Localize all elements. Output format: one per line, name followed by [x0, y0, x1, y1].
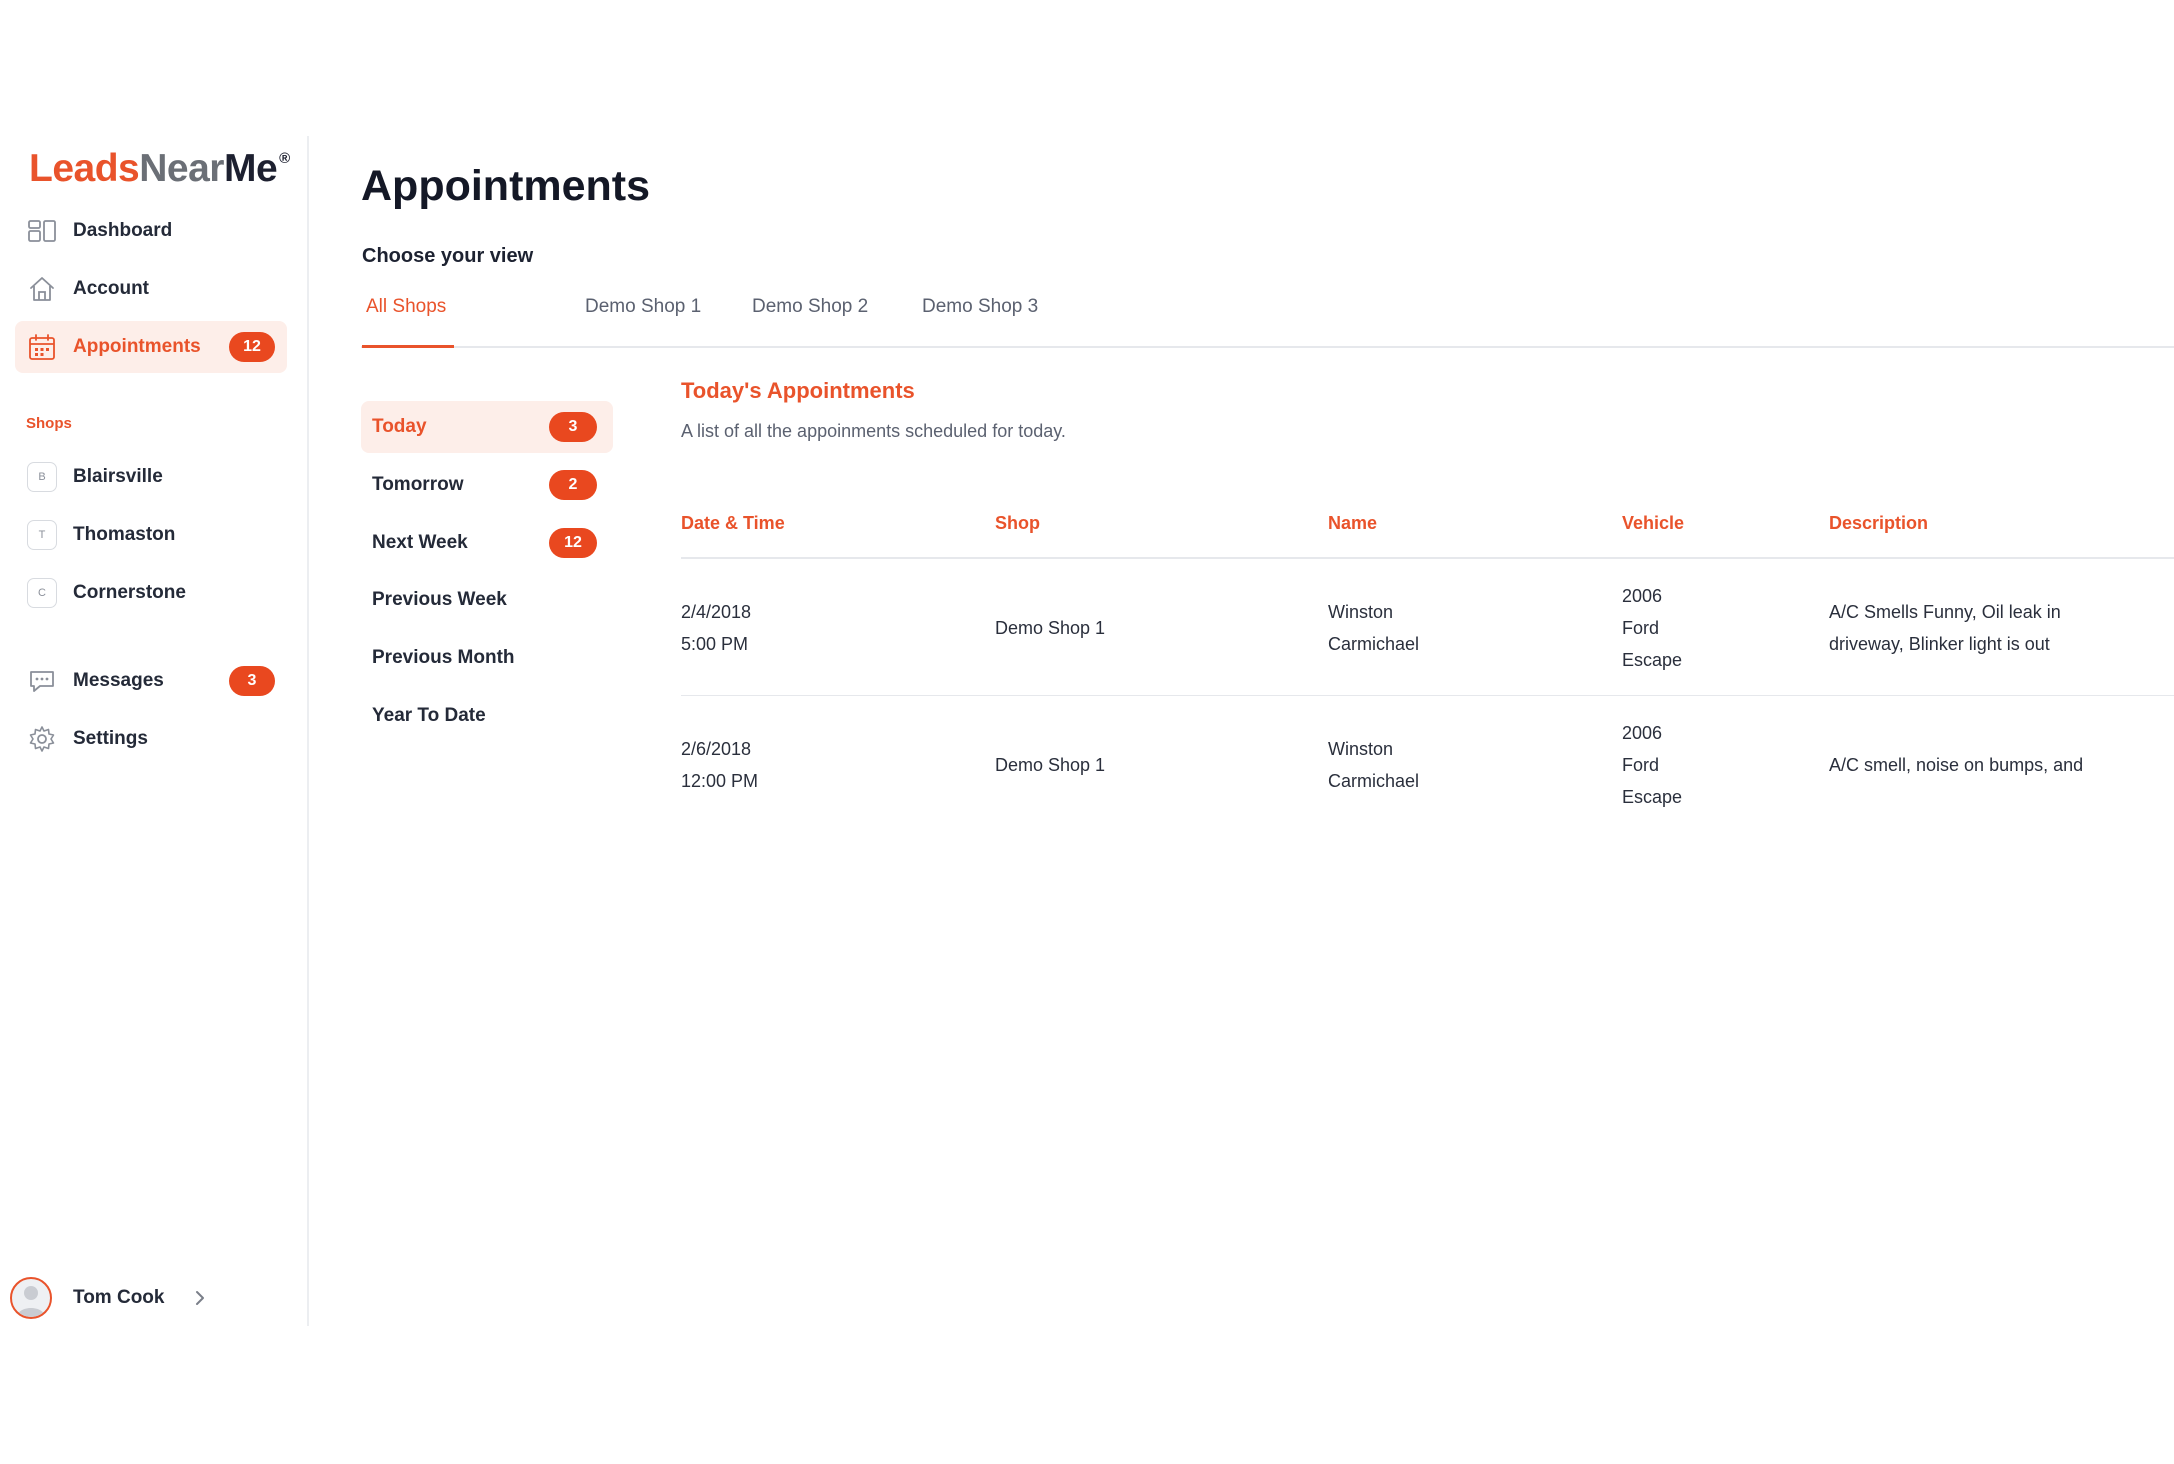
- messages-count-badge: 3: [229, 666, 275, 696]
- tabs-divider: [361, 346, 2174, 348]
- filter-count-badge: 3: [549, 412, 597, 442]
- nav-item-label: Account: [73, 278, 149, 299]
- filter-previous-month[interactable]: Previous Month: [361, 632, 613, 684]
- nav-item-label: Messages: [73, 670, 164, 691]
- shop-item-thomaston[interactable]: T Thomaston: [27, 518, 175, 552]
- filter-label: Next Week: [372, 532, 468, 553]
- column-header-description[interactable]: Description: [1829, 513, 1928, 534]
- tab-all-shops[interactable]: All Shops: [366, 296, 446, 318]
- cell-time: 5:00 PM: [681, 634, 749, 654]
- page-title: Appointments: [361, 162, 651, 210]
- user-name: Tom Cook: [73, 1287, 165, 1308]
- tab-demo-shop-3[interactable]: Demo Shop 3: [922, 296, 1038, 318]
- nav-item-messages[interactable]: Messages 3: [15, 655, 287, 707]
- filter-tomorrow[interactable]: Tomorrow 2: [361, 459, 613, 511]
- active-tab-indicator: [362, 345, 454, 348]
- filter-year-to-date[interactable]: Year To Date: [361, 690, 613, 742]
- home-icon: [27, 274, 57, 304]
- filter-label: Year To Date: [372, 705, 486, 726]
- gear-icon: [27, 724, 57, 754]
- cell-date: 2/6/2018: [681, 739, 752, 759]
- cell-shop: Demo Shop 1: [995, 755, 1106, 775]
- cell-shop: Demo Shop 1: [995, 618, 1106, 638]
- tab-demo-shop-2[interactable]: Demo Shop 2: [752, 296, 868, 318]
- chat-icon: [27, 666, 57, 696]
- column-header-shop[interactable]: Shop: [995, 513, 1040, 534]
- column-header-name[interactable]: Name: [1328, 513, 1377, 534]
- cell-description-line2: driveway, Blinker light is out: [1829, 634, 2050, 654]
- cell-name-last: Carmichael: [1328, 771, 1420, 791]
- logo-near: Near: [139, 147, 224, 190]
- filter-label: Previous Month: [372, 647, 515, 668]
- shop-initial-badge: C: [27, 578, 57, 608]
- cell-description-line1: A/C Smells Funny, Oil leak in: [1829, 602, 2061, 622]
- filter-count-badge: 2: [549, 470, 597, 500]
- shop-name: Thomaston: [73, 524, 176, 545]
- cell-vehicle-model: Escape: [1622, 650, 1683, 670]
- user-menu[interactable]: Tom Cook: [10, 1276, 204, 1320]
- tab-demo-shop-1[interactable]: Demo Shop 1: [585, 296, 701, 318]
- logo-registered-mark: ®: [279, 150, 290, 167]
- cell-name-last: Carmichael: [1328, 634, 1420, 654]
- cell-name-first: Winston: [1328, 739, 1394, 759]
- shop-item-cornerstone[interactable]: C Cornerstone: [27, 576, 186, 610]
- shop-name: Blairsville: [73, 466, 163, 487]
- row-divider: [681, 695, 2174, 696]
- table-header-divider: [681, 557, 2174, 559]
- nav-item-appointments[interactable]: Appointments 12: [15, 321, 287, 373]
- dashboard-icon: [27, 216, 57, 246]
- shop-item-blairsville[interactable]: B Blairsville: [27, 460, 163, 494]
- cell-vehicle-make: Ford: [1622, 755, 1660, 775]
- shops-section-label: Shops: [26, 415, 72, 432]
- sidebar: LeadsNearMe ® Dashboard Account Appointme…: [0, 136, 309, 1326]
- logo-leads: Leads: [29, 147, 140, 190]
- chevron-right-icon: [190, 1288, 210, 1308]
- nav-item-account[interactable]: Account: [15, 263, 287, 315]
- choose-view-label: Choose your view: [362, 245, 534, 267]
- shop-initial-badge: T: [27, 520, 57, 550]
- logo-me: Me: [223, 147, 278, 190]
- logo[interactable]: LeadsNearMe ®: [29, 147, 290, 191]
- cell-time: 12:00 PM: [681, 771, 759, 791]
- nav-item-label: Dashboard: [73, 220, 173, 241]
- filter-next-week[interactable]: Next Week 12: [361, 517, 613, 569]
- filter-count-badge: 12: [549, 528, 597, 558]
- nav-item-label: Settings: [73, 728, 148, 749]
- filter-previous-week[interactable]: Previous Week: [361, 574, 613, 626]
- nav-item-label: Appointments: [73, 336, 201, 357]
- cell-vehicle-year: 2006: [1622, 723, 1663, 743]
- column-header-vehicle[interactable]: Vehicle: [1622, 513, 1684, 534]
- list-subtitle: A list of all the appoinments scheduled …: [681, 421, 1066, 441]
- filter-label: Tomorrow: [372, 474, 464, 495]
- filter-today[interactable]: Today 3: [361, 401, 613, 453]
- calendar-icon: [27, 332, 57, 362]
- cell-date: 2/4/2018: [681, 602, 752, 622]
- column-header-date-time[interactable]: Date & Time: [681, 513, 785, 534]
- shop-name: Cornerstone: [73, 582, 186, 603]
- appointments-count-badge: 12: [229, 332, 275, 362]
- cell-name-first: Winston: [1328, 602, 1394, 622]
- cell-vehicle-model: Escape: [1622, 787, 1683, 807]
- nav-item-dashboard[interactable]: Dashboard: [15, 205, 287, 257]
- avatar: [10, 1277, 52, 1319]
- list-title: Today's Appointments: [681, 378, 915, 403]
- cell-vehicle-make: Ford: [1622, 618, 1660, 638]
- filter-label: Previous Week: [372, 589, 507, 610]
- cell-vehicle-year: 2006: [1622, 586, 1663, 606]
- cell-description-line1: A/C smell, noise on bumps, and: [1829, 755, 2084, 775]
- filter-label: Today: [372, 416, 427, 437]
- nav-item-settings[interactable]: Settings: [15, 713, 287, 765]
- shop-initial-badge: B: [27, 462, 57, 492]
